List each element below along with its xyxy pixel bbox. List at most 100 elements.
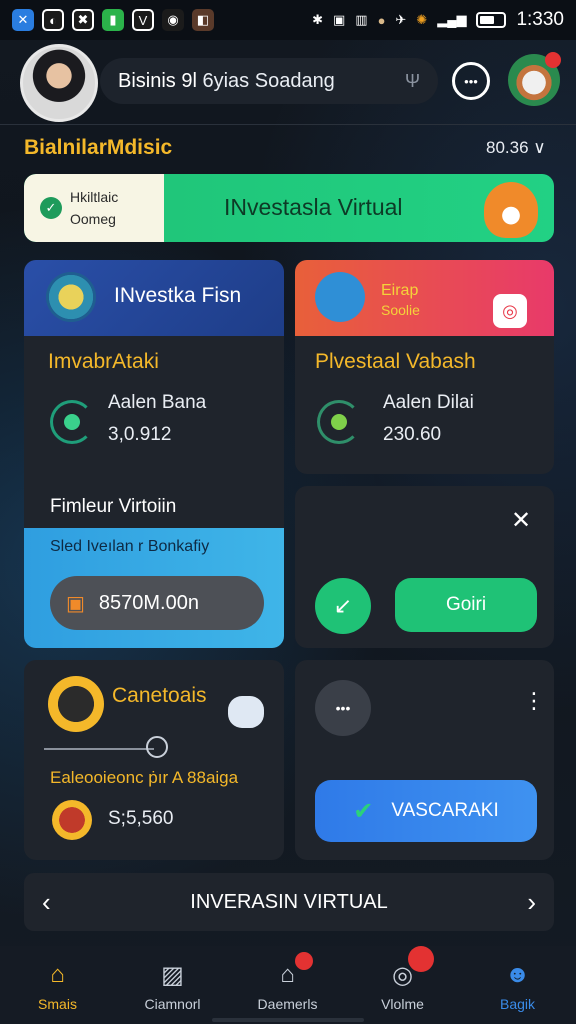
banner-title: INvestasla Virtual — [224, 194, 403, 220]
signal-icon: ▂▄▆ — [437, 12, 467, 27]
app-icon: ✕ — [12, 9, 34, 31]
tab-daemerls[interactable]: ⌂ Daemerls — [230, 946, 345, 1024]
card-investka-subtitle: Fimleur Virtoiin — [50, 496, 177, 517]
tab-vlolme[interactable]: ◎ Vlolme — [345, 946, 460, 1024]
tab-ciamnorl[interactable]: ▨ Ciamnorl — [115, 946, 230, 1024]
banner-small-line1: Hkiltlaic — [70, 189, 119, 205]
app-icon: ◐ — [42, 9, 64, 31]
card-vascaraki[interactable]: ••• ⋮ ✔ VASCARAKI — [295, 660, 554, 860]
promo-banner[interactable]: ✓ Hkiltlaic Oomeg INvestasla Virtual — [24, 174, 554, 242]
tab-bagik[interactable]: ☻ Bagik — [460, 946, 575, 1024]
card-investka-desc: Sled Iveılan r Bonkafiy — [50, 538, 210, 555]
vascaraki-label: VASCARAKI — [391, 800, 499, 821]
fox-icon — [484, 182, 538, 238]
card-eirap-head-line2: Soolie — [381, 302, 420, 318]
search-prefix: Bisinis 9l — [118, 69, 197, 92]
card-eirap[interactable]: Eirap Soolie ◎ Plvestaal Vabash Aalen Di… — [295, 260, 554, 474]
app-icon: V — [132, 9, 154, 31]
status-bar: ✕ ◐ ✖ ▮ V ◉ ◧ ✱ ▣ ▥ ● ✈ ✺ ▂▄▆ 1:330 — [0, 0, 576, 40]
tab-label: Ciamnorl — [144, 996, 201, 1012]
nfc-icon: ▣ — [332, 12, 346, 27]
shield-icon: ✓ — [40, 197, 62, 219]
notification-badge — [545, 52, 561, 68]
profile-avatar[interactable] — [20, 44, 98, 122]
card-action: ✕ ↙ Goiri — [295, 486, 554, 648]
wallet-icon: ▣ — [66, 592, 85, 615]
ring-center — [331, 414, 347, 430]
card-investka-header: INvestka Fisn — [24, 260, 284, 336]
card-eirap-label: Plvestaal Vabash — [315, 350, 476, 373]
home-indicator — [212, 1018, 364, 1022]
search-text[interactable]: Bisinis 9l 6yias Soadang — [118, 70, 335, 93]
chat-icon: ••• — [464, 73, 478, 89]
chat-button[interactable]: ••• — [452, 62, 490, 100]
more-menu-icon[interactable]: ⋮ — [523, 688, 545, 714]
download-icon[interactable]: ↙ — [315, 578, 371, 634]
card-canetoais-label: Ealeooieonc ṗır A 88aiga — [50, 768, 239, 787]
tab-label: Vlolme — [381, 996, 424, 1012]
balance-value: 80.36 — [486, 138, 529, 157]
carousel-nav: ‹ INVERASIN VIRTUAL › — [24, 873, 554, 931]
search-bar[interactable]: Bisinis 9l 6yias Soadang Ψ — [100, 58, 438, 104]
chevron-right-icon[interactable]: › — [527, 887, 536, 918]
card-canetoais-amount: S;5,560 — [108, 808, 174, 829]
lock-icon: ⌂ — [271, 952, 313, 992]
card-eirap-line2: 230.60 — [383, 424, 442, 445]
slider-thumb[interactable] — [146, 736, 168, 758]
ring-center — [64, 414, 80, 430]
app-icon: ▮ — [102, 9, 124, 31]
chart-icon: ▨ — [161, 961, 184, 989]
microphone-icon[interactable]: Ψ — [405, 71, 420, 92]
search-suffix: 6yias Soadang — [202, 69, 335, 92]
card-canetoais[interactable]: Canetoais Ealeooieonc ṗır A 88aiga S;5,5… — [24, 660, 284, 860]
checkmark-icon: ✔ — [353, 797, 374, 825]
status-time: 1:330 — [516, 9, 564, 30]
card-investka[interactable]: INvestka Fisn ImvabrAtaki Aalen Bana 3,0… — [24, 260, 284, 648]
section-title: BialnilarMdisic — [24, 136, 173, 159]
amount-value: 8570M.00n — [98, 591, 199, 614]
carousel-label: INVERASIN VIRTUAL — [190, 891, 388, 913]
close-icon[interactable]: ✕ — [511, 506, 531, 535]
card-canetoais-title: Canetoais — [112, 684, 207, 707]
bluetooth-icon: ✱ — [312, 12, 323, 27]
banner-small-line2: Oomeg — [70, 211, 116, 227]
card-eirap-header: Eirap Soolie ◎ — [295, 260, 554, 336]
ghost-icon — [228, 696, 264, 728]
coin-icon — [46, 272, 96, 322]
go-button[interactable]: Goiri — [395, 578, 537, 632]
record-icon: ◎ — [386, 946, 434, 992]
settings-icon: ✺ — [416, 12, 428, 27]
wifi-icon: ✈ — [395, 12, 407, 27]
card-investka-line1: Aalen Bana — [108, 392, 207, 413]
message-icon[interactable]: ••• — [315, 680, 371, 736]
tab-label: Daemerls — [257, 996, 318, 1012]
tab-label: Smais — [38, 996, 77, 1012]
tab-smais[interactable]: ⌂ Smais — [0, 946, 115, 1024]
tab-badge — [407, 946, 434, 972]
card-investka-panel: Sled Iveılan r Bonkafiy ▣ 8570M.00n — [24, 528, 284, 648]
gold-coin-icon — [48, 676, 104, 732]
battery-icon — [476, 12, 507, 28]
tab-label: Bagik — [499, 996, 536, 1012]
amount-button[interactable]: ▣ 8570M.00n — [50, 576, 264, 630]
home-icon: ⌂ — [50, 961, 65, 988]
cloud-coin-icon — [315, 272, 365, 322]
vibrate-icon: ▥ — [355, 12, 368, 27]
card-investka-title: INvestka Fisn — [114, 284, 242, 307]
card-eirap-line1: Aalen Dilai — [383, 392, 474, 413]
user-icon: ☻ — [504, 961, 531, 988]
tab-badge — [294, 952, 313, 970]
dollar-coin-icon — [52, 800, 92, 840]
balance-dropdown[interactable]: 80.36 ∨ — [486, 138, 546, 158]
app-icon: ◉ — [162, 9, 184, 31]
coin-icon: ● — [377, 12, 386, 28]
card-investka-line2: 3,0.912 — [108, 424, 172, 445]
camera-icon[interactable]: ◎ — [493, 294, 527, 328]
slider-track[interactable] — [44, 748, 154, 750]
vascaraki-button[interactable]: ✔ VASCARAKI — [315, 780, 537, 842]
tab-bar: ⌂ Smais ▨ Ciamnorl ⌂ Daemerls ◎ Vlolme ☻… — [0, 946, 576, 1024]
banner-badge: ✓ Hkiltlaic Oomeg — [24, 174, 164, 242]
app-icon: ◧ — [192, 9, 214, 31]
card-investka-label: ImvabrAtaki — [48, 350, 159, 373]
card-eirap-head-line1: Eirap — [381, 282, 419, 299]
